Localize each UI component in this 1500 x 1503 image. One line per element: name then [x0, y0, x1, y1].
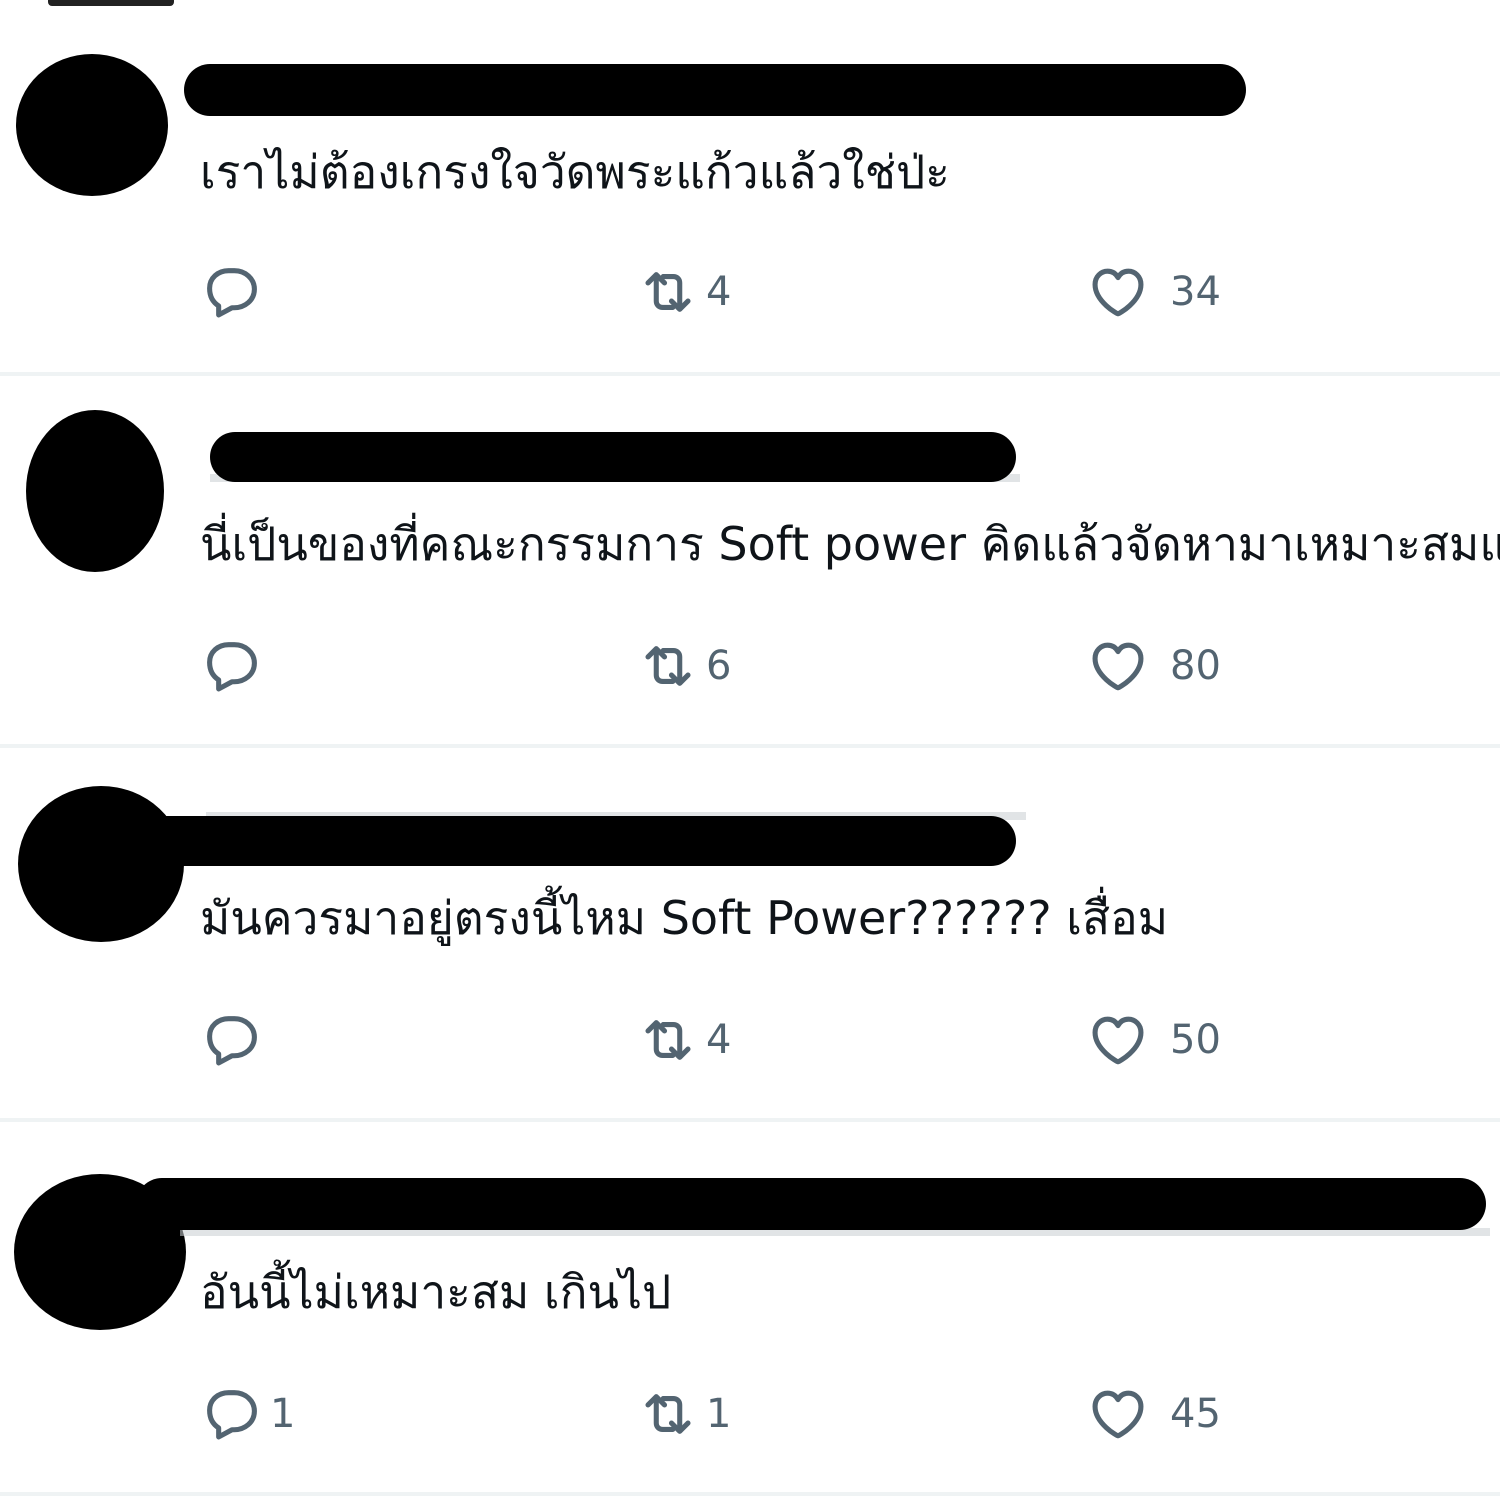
- heart-icon: [1086, 1008, 1150, 1072]
- retweet-button[interactable]: 4: [636, 1008, 731, 1072]
- tweet[interactable]: อันนี้ไม่เหมาะสม เกินไป 1 1 45: [0, 1124, 1500, 1496]
- avatar[interactable]: [26, 410, 164, 572]
- reply-count: 1: [270, 1391, 296, 1437]
- like-count: 50: [1170, 1017, 1221, 1063]
- retweet-count: 4: [706, 269, 732, 315]
- reply-button[interactable]: [200, 1008, 270, 1072]
- tweet-text: เราไม่ต้องเกรงใจวัดพระแก้วแล้วใช่ป่ะ: [200, 145, 950, 199]
- redacted-username: [130, 816, 1016, 866]
- tweet-actions: 6 80: [200, 634, 1300, 698]
- redacted-username: [210, 432, 1016, 482]
- like-button[interactable]: 45: [1086, 1382, 1221, 1446]
- avatar[interactable]: [16, 54, 168, 196]
- retweet-icon: [636, 1382, 700, 1446]
- tweet-text: อันนี้ไม่เหมาะสม เกินไป: [200, 1265, 672, 1319]
- retweet-button[interactable]: 1: [636, 1382, 731, 1446]
- reply-icon: [200, 1382, 264, 1446]
- retweet-icon: [636, 1008, 700, 1072]
- heart-icon: [1086, 260, 1150, 324]
- like-button[interactable]: 34: [1086, 260, 1221, 324]
- tweet-text: นี่เป็นของที่คณะกรรมการ Soft power คิดแล…: [200, 517, 1500, 571]
- retweet-button[interactable]: 4: [636, 260, 731, 324]
- tweet[interactable]: มันควรมาอยู่ตรงนี้ไหม Soft Power?????? เ…: [0, 750, 1500, 1122]
- tweet-actions: 1 1 45: [200, 1382, 1300, 1446]
- tweet-text: มันควรมาอยู่ตรงนี้ไหม Soft Power?????? เ…: [200, 891, 1169, 945]
- heart-icon: [1086, 634, 1150, 698]
- tweet[interactable]: นี่เป็นของที่คณะกรรมการ Soft power คิดแล…: [0, 376, 1500, 748]
- like-button[interactable]: 50: [1086, 1008, 1221, 1072]
- reply-icon: [200, 634, 264, 698]
- heart-icon: [1086, 1382, 1150, 1446]
- reply-icon: [200, 260, 264, 324]
- reply-icon: [200, 1008, 264, 1072]
- tweet-actions: 4 50: [200, 1008, 1300, 1072]
- tweet[interactable]: เราไม่ต้องเกรงใจวัดพระแก้วแล้วใช่ป่ะ 4 3…: [0, 4, 1500, 376]
- redacted-username: [184, 64, 1246, 116]
- retweet-icon: [636, 260, 700, 324]
- tweet-actions: 4 34: [200, 260, 1300, 324]
- like-button[interactable]: 80: [1086, 634, 1221, 698]
- retweet-button[interactable]: 6: [636, 634, 731, 698]
- retweet-count: 4: [706, 1017, 732, 1063]
- like-count: 45: [1170, 1391, 1221, 1437]
- redacted-username: [136, 1178, 1486, 1230]
- like-count: 80: [1170, 643, 1221, 689]
- retweet-count: 1: [706, 1391, 732, 1437]
- reply-button[interactable]: [200, 260, 270, 324]
- reply-button[interactable]: [200, 634, 270, 698]
- like-count: 34: [1170, 269, 1221, 315]
- retweet-count: 6: [706, 643, 732, 689]
- reply-button[interactable]: 1: [200, 1382, 295, 1446]
- retweet-icon: [636, 634, 700, 698]
